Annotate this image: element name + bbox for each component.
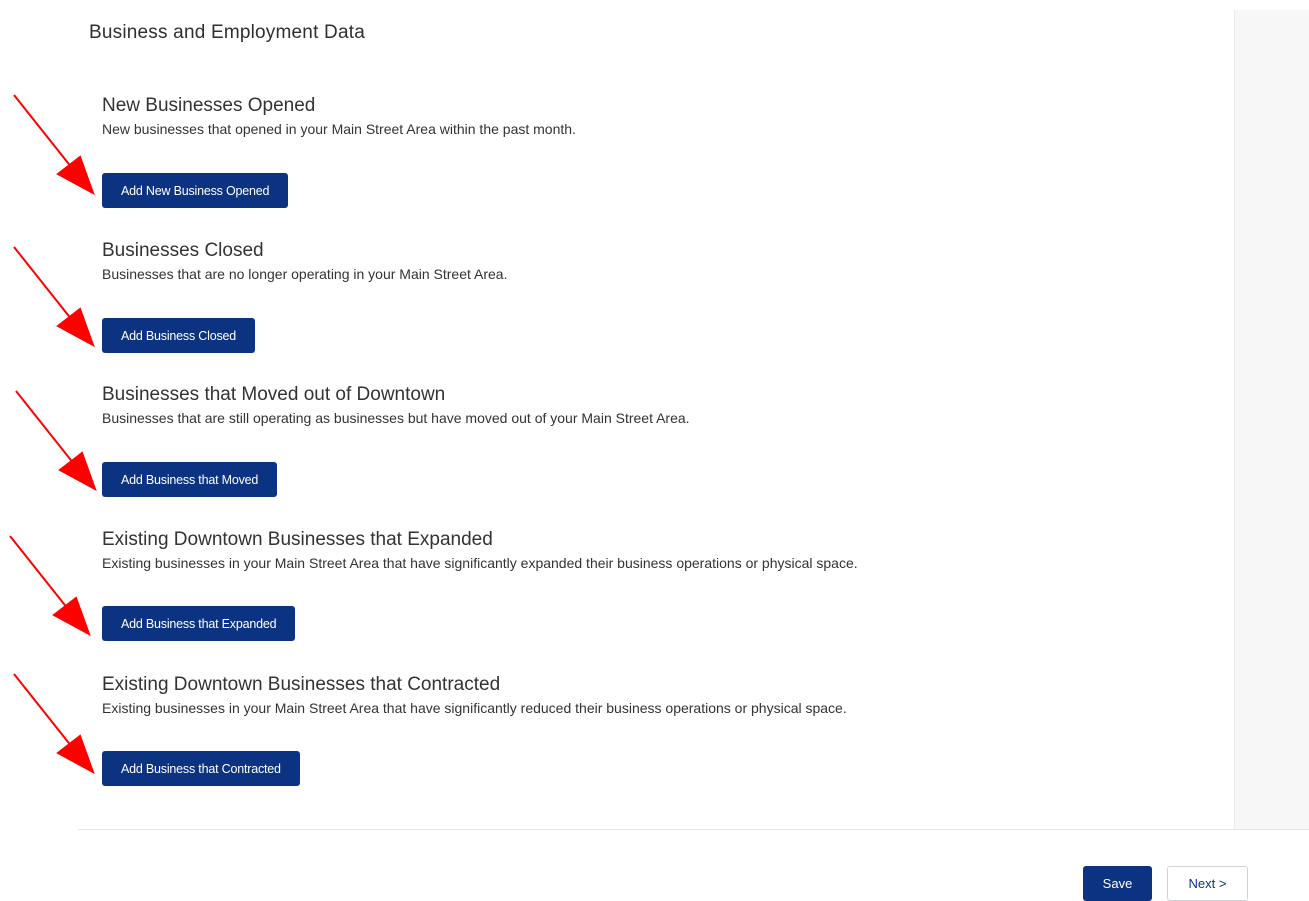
section-businesses-closed: Businesses Closed Businesses that are no… [102, 240, 508, 353]
side-strip [1234, 10, 1309, 829]
section-new-businesses-opened: New Businesses Opened New businesses tha… [102, 95, 576, 208]
section-title: Businesses Closed [102, 240, 264, 261]
section-title: Businesses that Moved out of Downtown [102, 384, 446, 405]
section-description: Existing businesses in your Main Street … [102, 555, 858, 571]
section-title: Existing Downtown Businesses that Contra… [102, 674, 501, 695]
add-new-business-opened-button[interactable]: Add New Business Opened [102, 173, 289, 208]
page-title: Business and Employment Data [89, 22, 365, 43]
section-description: Existing businesses in your Main Street … [102, 700, 847, 716]
section-businesses-moved: Businesses that Moved out of Downtown Bu… [102, 384, 690, 497]
section-businesses-contracted: Existing Downtown Businesses that Contra… [102, 674, 847, 786]
next-button[interactable]: Next > [1167, 866, 1248, 901]
section-description: Businesses that are no longer operating … [102, 266, 508, 282]
section-description: New businesses that opened in your Main … [102, 121, 576, 137]
section-title: New Businesses Opened [102, 95, 316, 116]
add-business-contracted-button[interactable]: Add Business that Contracted [102, 751, 300, 786]
section-title: Existing Downtown Businesses that Expand… [102, 529, 493, 550]
add-business-expanded-button[interactable]: Add Business that Expanded [102, 606, 296, 641]
section-description: Businesses that are still operating as b… [102, 410, 690, 426]
section-businesses-expanded: Existing Downtown Businesses that Expand… [102, 529, 858, 641]
add-business-closed-button[interactable]: Add Business Closed [102, 318, 256, 353]
save-button[interactable]: Save [1083, 866, 1152, 901]
add-business-moved-button[interactable]: Add Business that Moved [102, 462, 278, 497]
